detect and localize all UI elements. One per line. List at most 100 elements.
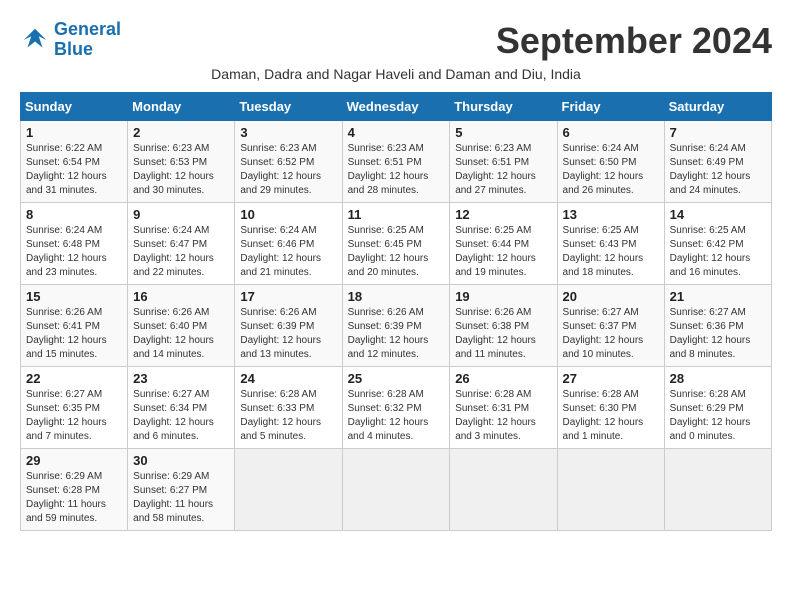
calendar-cell: 10 Sunrise: 6:24 AMSunset: 6:46 PMDayligh… [235, 203, 342, 285]
calendar-header-wednesday: Wednesday [342, 93, 450, 121]
day-content: Sunrise: 6:23 AMSunset: 6:52 PMDaylight:… [240, 142, 336, 198]
calendar-week-row: 22 Sunrise: 6:27 AMSunset: 6:35 PMDayligh… [21, 367, 772, 449]
day-content: Sunrise: 6:28 AMSunset: 6:31 PMDaylight:… [455, 388, 551, 444]
day-number: 5 [455, 125, 551, 140]
calendar-week-row: 8 Sunrise: 6:24 AMSunset: 6:48 PMDaylight… [21, 203, 772, 285]
day-content: Sunrise: 6:26 AMSunset: 6:38 PMDaylight:… [455, 306, 551, 362]
day-number: 26 [455, 371, 551, 386]
calendar-cell: 24 Sunrise: 6:28 AMSunset: 6:33 PMDayligh… [235, 367, 342, 449]
calendar-cell: 14 Sunrise: 6:25 AMSunset: 6:42 PMDayligh… [664, 203, 771, 285]
day-number: 13 [563, 207, 659, 222]
subtitle: Daman, Dadra and Nagar Haveli and Daman … [20, 66, 772, 82]
calendar-header-monday: Monday [128, 93, 235, 121]
day-content: Sunrise: 6:27 AMSunset: 6:37 PMDaylight:… [563, 306, 659, 362]
day-content: Sunrise: 6:23 AMSunset: 6:51 PMDaylight:… [455, 142, 551, 198]
day-number: 23 [133, 371, 229, 386]
day-number: 7 [670, 125, 766, 140]
day-content: Sunrise: 6:27 AMSunset: 6:34 PMDaylight:… [133, 388, 229, 444]
day-content: Sunrise: 6:25 AMSunset: 6:45 PMDaylight:… [348, 224, 445, 280]
calendar-cell: 23 Sunrise: 6:27 AMSunset: 6:34 PMDayligh… [128, 367, 235, 449]
logo-text: General Blue [54, 20, 121, 60]
logo-icon [20, 25, 50, 55]
calendar-cell: 17 Sunrise: 6:26 AMSunset: 6:39 PMDayligh… [235, 285, 342, 367]
day-number: 17 [240, 289, 336, 304]
day-number: 30 [133, 453, 229, 468]
day-number: 24 [240, 371, 336, 386]
calendar-cell: 20Sunrise: 6:27 AMSunset: 6:37 PMDayligh… [557, 285, 664, 367]
day-content: Sunrise: 6:29 AMSunset: 6:27 PMDaylight:… [133, 470, 229, 526]
calendar-cell: 22 Sunrise: 6:27 AMSunset: 6:35 PMDayligh… [21, 367, 128, 449]
calendar-cell: 28Sunrise: 6:28 AMSunset: 6:29 PMDayligh… [664, 367, 771, 449]
day-number: 21 [670, 289, 766, 304]
day-number: 14 [670, 207, 766, 222]
calendar-cell: 11 Sunrise: 6:25 AMSunset: 6:45 PMDayligh… [342, 203, 450, 285]
day-content: Sunrise: 6:26 AMSunset: 6:39 PMDaylight:… [348, 306, 445, 362]
day-content: Sunrise: 6:29 AMSunset: 6:28 PMDaylight:… [26, 470, 122, 526]
calendar-header-row: SundayMondayTuesdayWednesdayThursdayFrid… [21, 93, 772, 121]
calendar-cell: 30 Sunrise: 6:29 AMSunset: 6:27 PMDayligh… [128, 449, 235, 531]
day-number: 19 [455, 289, 551, 304]
day-number: 9 [133, 207, 229, 222]
calendar-cell: 18 Sunrise: 6:26 AMSunset: 6:39 PMDayligh… [342, 285, 450, 367]
day-number: 25 [348, 371, 445, 386]
calendar-cell: 26 Sunrise: 6:28 AMSunset: 6:31 PMDayligh… [450, 367, 557, 449]
day-number: 28 [670, 371, 766, 386]
calendar-cell: 1 Sunrise: 6:22 AMSunset: 6:54 PMDaylight… [21, 121, 128, 203]
calendar-header-thursday: Thursday [450, 93, 557, 121]
month-title: September 2024 [496, 20, 772, 62]
day-number: 18 [348, 289, 445, 304]
day-number: 10 [240, 207, 336, 222]
calendar-cell: 3 Sunrise: 6:23 AMSunset: 6:52 PMDaylight… [235, 121, 342, 203]
calendar-cell [557, 449, 664, 531]
calendar-cell: 13 Sunrise: 6:25 AMSunset: 6:43 PMDayligh… [557, 203, 664, 285]
day-number: 2 [133, 125, 229, 140]
day-number: 4 [348, 125, 445, 140]
day-content: Sunrise: 6:26 AMSunset: 6:41 PMDaylight:… [26, 306, 122, 362]
calendar-header-tuesday: Tuesday [235, 93, 342, 121]
day-content: Sunrise: 6:24 AMSunset: 6:49 PMDaylight:… [670, 142, 766, 198]
calendar-week-row: 29 Sunrise: 6:29 AMSunset: 6:28 PMDayligh… [21, 449, 772, 531]
day-number: 27 [563, 371, 659, 386]
calendar-cell: 4Sunrise: 6:23 AMSunset: 6:51 PMDaylight… [342, 121, 450, 203]
calendar-cell [342, 449, 450, 531]
calendar-cell: 27 Sunrise: 6:28 AMSunset: 6:30 PMDayligh… [557, 367, 664, 449]
logo: General Blue [20, 20, 121, 60]
day-content: Sunrise: 6:24 AMSunset: 6:47 PMDaylight:… [133, 224, 229, 280]
day-content: Sunrise: 6:22 AMSunset: 6:54 PMDaylight:… [26, 142, 122, 198]
calendar-cell [664, 449, 771, 531]
calendar-header-sunday: Sunday [21, 93, 128, 121]
day-number: 3 [240, 125, 336, 140]
day-content: Sunrise: 6:24 AMSunset: 6:48 PMDaylight:… [26, 224, 122, 280]
day-content: Sunrise: 6:28 AMSunset: 6:32 PMDaylight:… [348, 388, 445, 444]
day-number: 6 [563, 125, 659, 140]
day-content: Sunrise: 6:26 AMSunset: 6:39 PMDaylight:… [240, 306, 336, 362]
day-content: Sunrise: 6:25 AMSunset: 6:44 PMDaylight:… [455, 224, 551, 280]
calendar-cell [450, 449, 557, 531]
day-content: Sunrise: 6:28 AMSunset: 6:33 PMDaylight:… [240, 388, 336, 444]
day-number: 8 [26, 207, 122, 222]
day-content: Sunrise: 6:23 AMSunset: 6:53 PMDaylight:… [133, 142, 229, 198]
day-content: Sunrise: 6:26 AMSunset: 6:40 PMDaylight:… [133, 306, 229, 362]
calendar-cell: 21Sunrise: 6:27 AMSunset: 6:36 PMDayligh… [664, 285, 771, 367]
day-number: 22 [26, 371, 122, 386]
calendar-cell: 2 Sunrise: 6:23 AMSunset: 6:53 PMDaylight… [128, 121, 235, 203]
header: General Blue September 2024 [20, 20, 772, 62]
calendar-cell: 25 Sunrise: 6:28 AMSunset: 6:32 PMDayligh… [342, 367, 450, 449]
calendar-cell: 7 Sunrise: 6:24 AMSunset: 6:49 PMDaylight… [664, 121, 771, 203]
day-number: 29 [26, 453, 122, 468]
calendar-cell: 16Sunrise: 6:26 AMSunset: 6:40 PMDayligh… [128, 285, 235, 367]
day-number: 1 [26, 125, 122, 140]
day-content: Sunrise: 6:24 AMSunset: 6:46 PMDaylight:… [240, 224, 336, 280]
day-content: Sunrise: 6:28 AMSunset: 6:30 PMDaylight:… [563, 388, 659, 444]
calendar-cell: 29 Sunrise: 6:29 AMSunset: 6:28 PMDayligh… [21, 449, 128, 531]
calendar-cell [235, 449, 342, 531]
calendar-cell: 5 Sunrise: 6:23 AMSunset: 6:51 PMDaylight… [450, 121, 557, 203]
day-content: Sunrise: 6:24 AMSunset: 6:50 PMDaylight:… [563, 142, 659, 198]
calendar-cell: 9 Sunrise: 6:24 AMSunset: 6:47 PMDaylight… [128, 203, 235, 285]
calendar-cell: 8 Sunrise: 6:24 AMSunset: 6:48 PMDaylight… [21, 203, 128, 285]
day-number: 11 [348, 207, 445, 222]
day-content: Sunrise: 6:25 AMSunset: 6:42 PMDaylight:… [670, 224, 766, 280]
day-content: Sunrise: 6:27 AMSunset: 6:35 PMDaylight:… [26, 388, 122, 444]
day-number: 12 [455, 207, 551, 222]
day-content: Sunrise: 6:25 AMSunset: 6:43 PMDaylight:… [563, 224, 659, 280]
